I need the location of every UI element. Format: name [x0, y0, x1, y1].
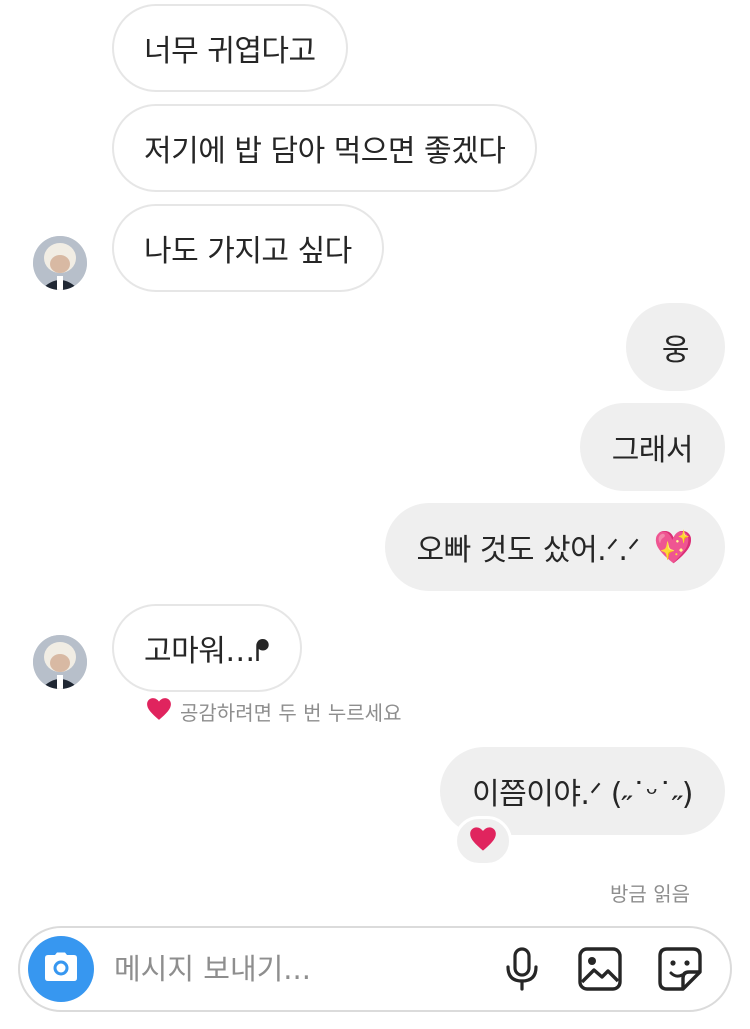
- incoming-message[interactable]: 저기에 밥 담아 먹으면 좋겠다: [112, 104, 538, 192]
- message-text: 오빠 것도 샀어.ᐟ.ᐟ: [416, 533, 641, 568]
- reaction-hint: 공감하려면 두 번 누르세요: [146, 696, 401, 726]
- voice-button[interactable]: [498, 947, 546, 995]
- message-text: 그래서: [611, 433, 694, 468]
- message-input[interactable]: [114, 944, 474, 994]
- sticker-icon: [657, 946, 703, 996]
- message-text: 너무 귀엽다고: [144, 34, 316, 69]
- camera-icon: [44, 952, 78, 986]
- message-text: 나도 가지고 싶다: [144, 234, 352, 269]
- reaction-hint-text: 공감하려면 두 번 누르세요: [180, 700, 402, 725]
- avatar[interactable]: [33, 635, 87, 689]
- message-composer: [18, 926, 732, 1012]
- outgoing-message[interactable]: 그래서: [579, 403, 725, 491]
- incoming-message[interactable]: 고마워…ᖰ: [112, 604, 302, 692]
- message-text: 저기에 밥 담아 먹으면 좋겠다: [144, 134, 506, 169]
- gallery-button[interactable]: [576, 947, 624, 995]
- message-text: 이쯤이야.ᐟ (˶˙ᵕ˙˶): [472, 777, 693, 812]
- read-status: 방금 읽음: [610, 882, 690, 906]
- avatar[interactable]: [33, 236, 87, 290]
- heart-icon: [469, 826, 497, 856]
- microphone-icon: [504, 947, 540, 995]
- image-icon: [577, 946, 623, 996]
- incoming-message[interactable]: 나도 가지고 싶다: [112, 204, 384, 292]
- chat-screen: 너무 귀엽다고 저기에 밥 담아 먹으면 좋겠다 나도 가지고 싶다 웅 그래서…: [0, 0, 750, 1029]
- sticker-button[interactable]: [656, 947, 704, 995]
- camera-button[interactable]: [28, 936, 94, 1002]
- heart-icon: [146, 697, 172, 726]
- message-text: 고마워…ᖰ: [144, 634, 270, 669]
- sparkling-heart-icon: 💖: [653, 528, 694, 566]
- outgoing-message[interactable]: 오빠 것도 샀어.ᐟ.ᐟ 💖: [384, 503, 725, 591]
- message-text: 웅: [661, 333, 690, 368]
- incoming-message[interactable]: 너무 귀엽다고: [112, 4, 348, 92]
- outgoing-message[interactable]: 웅: [625, 303, 725, 391]
- message-reaction[interactable]: [454, 816, 512, 866]
